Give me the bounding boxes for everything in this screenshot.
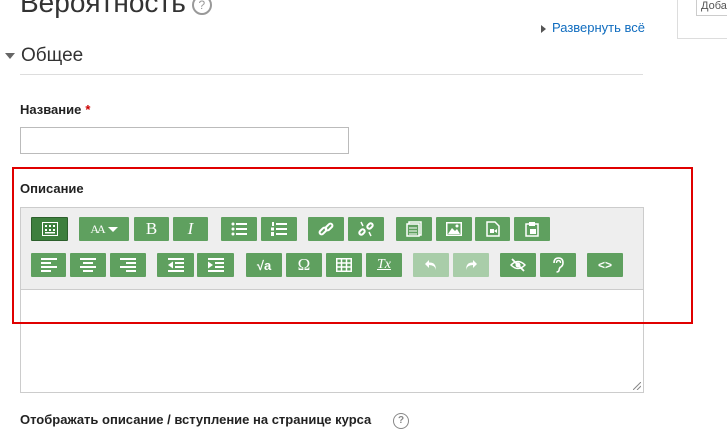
page-title-text: Вероятность [20, 0, 186, 18]
right-panel [677, 0, 727, 39]
caret-right-icon [541, 24, 546, 33]
section-divider [20, 74, 643, 75]
name-label-text: Название [20, 102, 82, 117]
caret-down-icon [5, 52, 15, 59]
section-header-general[interactable]: Общее [5, 45, 83, 67]
name-input[interactable] [20, 127, 349, 154]
right-panel-input[interactable] [696, 0, 727, 16]
expand-all-link[interactable]: Развернуть всё [541, 20, 645, 35]
page-title: Вероятность? [20, 0, 212, 19]
highlight-box [12, 167, 693, 324]
required-icon: * [85, 102, 91, 117]
resize-grip-icon[interactable] [633, 382, 641, 390]
section-title: Общее [21, 45, 84, 66]
show-description-label: Отображать описание / вступление на стра… [20, 412, 372, 427]
help-icon[interactable]: ? [393, 413, 409, 429]
help-icon[interactable]: ? [191, 0, 212, 15]
name-label: Название * [20, 102, 90, 117]
expand-all-label: Развернуть всё [552, 20, 646, 35]
